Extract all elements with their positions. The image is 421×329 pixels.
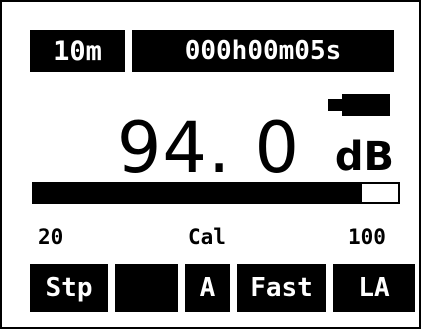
elapsed-time-display: 000h00m05s (132, 30, 394, 72)
meter-display: 10m 000h00m05s 94. 0 dB 20 Cal 100 Stp A… (0, 0, 421, 329)
scale-min-label: 20 (38, 225, 64, 249)
battery-icon-tip (328, 99, 342, 111)
frequency-weighting-label: A (199, 273, 216, 303)
sound-level-value: 94. 0 (116, 107, 300, 189)
measurement-range-display: 10m (30, 30, 125, 72)
level-bar-fill (34, 184, 362, 202)
scale-cal-label: Cal (188, 225, 226, 249)
elapsed-time-label: 000h00m05s (184, 36, 342, 66)
stop-softkey-label: Stp (45, 273, 93, 303)
frequency-weighting-softkey[interactable]: A (185, 264, 230, 312)
sound-level-unit: dB (334, 134, 394, 180)
level-bar-graph (32, 182, 400, 204)
time-weighting-label: Fast (250, 273, 313, 303)
parameter-label: LA (358, 273, 390, 303)
time-weighting-softkey[interactable]: Fast (237, 264, 326, 312)
parameter-softkey[interactable]: LA (333, 264, 415, 312)
stop-softkey[interactable]: Stp (30, 264, 108, 312)
range-label: 10m (53, 35, 102, 67)
scale-max-label: 100 (348, 225, 386, 249)
blank-softkey[interactable] (115, 264, 178, 312)
battery-icon (342, 94, 390, 116)
